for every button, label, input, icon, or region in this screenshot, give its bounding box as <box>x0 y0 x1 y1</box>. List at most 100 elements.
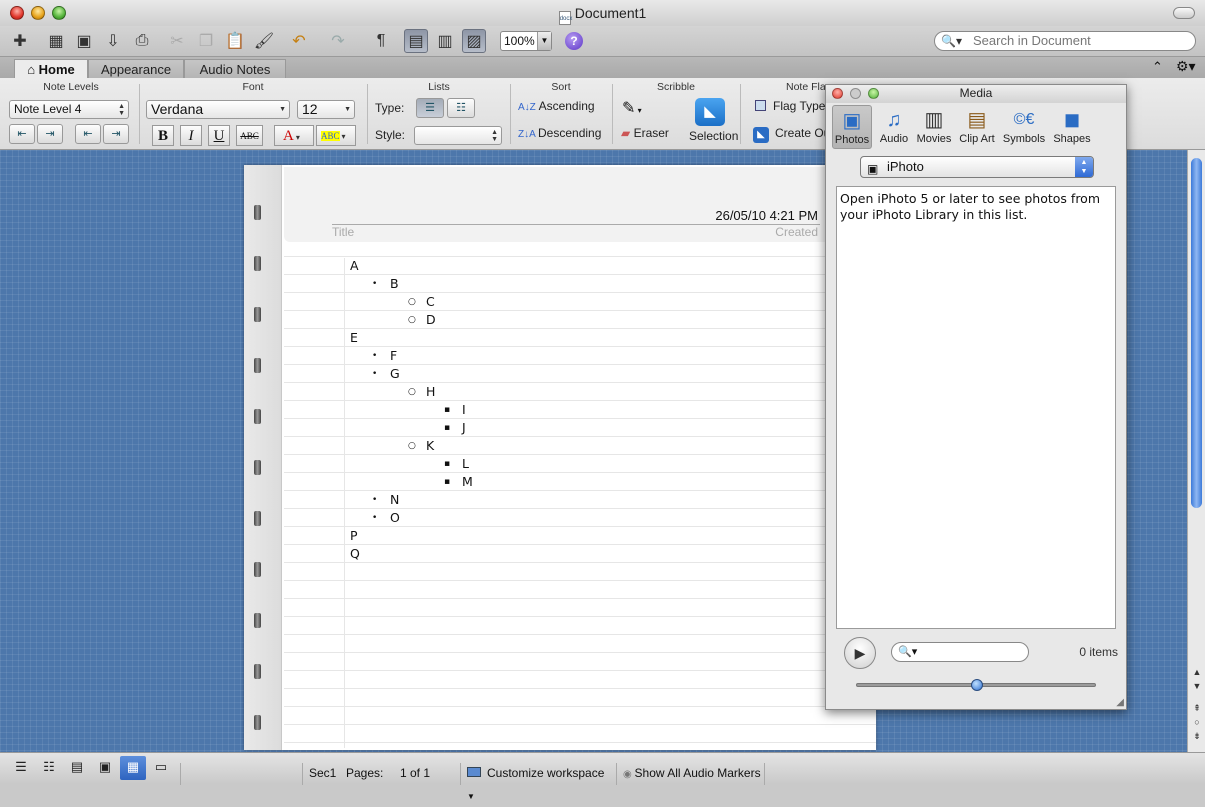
outline-item[interactable]: • F <box>372 348 397 363</box>
italic-button[interactable]: I <box>180 125 202 146</box>
paste-icon[interactable]: 📋 <box>223 29 247 53</box>
outline-item[interactable]: P <box>350 528 358 543</box>
palette-close-button[interactable] <box>832 88 843 99</box>
create-outlook-button[interactable]: ◣ Create Ou <box>753 126 830 143</box>
format-painter-icon[interactable]: 🖌 <box>252 29 276 53</box>
outline-item[interactable]: ○ D <box>408 312 436 327</box>
open-icon[interactable]: ⇩ <box>101 29 125 53</box>
scroll-thumb[interactable] <box>1191 158 1202 508</box>
toolbox-icon[interactable]: ▥ <box>433 29 457 53</box>
scroll-up-icon[interactable]: ▲ <box>1191 666 1203 678</box>
outline-item[interactable]: A <box>350 258 359 273</box>
collapse-ribbon-icon[interactable]: ⌃ <box>1152 59 1163 75</box>
bullet-list-icon[interactable]: ☰ <box>416 98 444 118</box>
outline-item[interactable]: Q <box>350 546 360 561</box>
media-tab-audio[interactable]: ♫ Audio <box>872 105 916 149</box>
outline-item[interactable]: ○ H <box>408 384 435 399</box>
sidebar-icon[interactable]: ▤ <box>404 29 428 53</box>
next-page-icon[interactable]: ⇟ <box>1191 730 1203 742</box>
bold-button[interactable]: B <box>152 125 174 146</box>
title-field[interactable]: Title <box>332 225 354 239</box>
media-tab-clip-art[interactable]: ▤ Clip Art <box>955 105 999 149</box>
gear-icon[interactable]: ⚙▾ <box>1176 58 1196 75</box>
font-size-select[interactable]: 12 ▼ <box>297 100 355 119</box>
strikethrough-button[interactable]: ABC <box>236 125 263 146</box>
slider-knob[interactable] <box>971 679 983 691</box>
demote-icon[interactable]: ⇥ <box>37 124 63 144</box>
resize-grip-icon[interactable]: ◢ <box>1116 697 1124 708</box>
promote-icon[interactable]: ⇤ <box>9 124 35 144</box>
publishing-view-icon[interactable]: ▤ <box>64 756 90 780</box>
toolbar-toggle-button[interactable] <box>1173 7 1195 19</box>
search-input[interactable]: 🔍▾ Search in Document <box>934 31 1196 51</box>
bullet-icon: ▪ <box>444 405 451 415</box>
media-tab-movies[interactable]: ▥ Movies <box>912 105 956 149</box>
scroll-down-icon[interactable]: ▼ <box>1191 680 1203 692</box>
note-level-select[interactable]: Note Level 4 ▲ ▼ <box>9 100 129 119</box>
eraser-button[interactable]: ▰ Eraser <box>621 126 669 140</box>
gallery-icon[interactable]: ▦ <box>44 29 68 53</box>
flag-type-button[interactable]: Flag Type <box>755 99 825 113</box>
thumbnail-size-slider[interactable] <box>856 679 1096 691</box>
outline-item[interactable]: ○ K <box>408 438 434 453</box>
media-search-input[interactable]: 🔍▾ <box>891 642 1029 662</box>
notebook-view-icon[interactable]: ▦ <box>120 756 146 780</box>
customize-workspace-button[interactable]: Customize workspace ▼ <box>460 763 612 801</box>
show-formatting-icon[interactable]: ¶ <box>369 29 393 53</box>
media-browser-icon[interactable]: ▨ <box>462 29 486 53</box>
sort-ascending-button[interactable]: A↓Z Ascending <box>518 99 595 113</box>
zoom-select[interactable]: 100% ▼ <box>500 31 552 51</box>
vertical-scrollbar[interactable]: ▲ ▼ ⇞ ○ ⇟ <box>1187 150 1205 752</box>
cut-icon[interactable]: ✂ <box>165 29 189 53</box>
undo-icon[interactable]: ↶ <box>287 29 311 53</box>
tab-home[interactable]: ⌂ Home <box>14 59 88 79</box>
underline-button[interactable]: U <box>208 125 230 146</box>
media-source-select[interactable]: ▣ iPhoto ▲ ▼ <box>860 156 1094 178</box>
list-style-select[interactable]: ▲ ▼ <box>414 126 502 145</box>
font-name-select[interactable]: Verdana ▼ <box>146 100 290 119</box>
show-audio-markers-button[interactable]: ◉ Show All Audio Markers <box>616 763 761 785</box>
new-document-icon[interactable]: ✚ <box>8 29 32 53</box>
outline-item-text: N <box>390 492 400 507</box>
highlight-button[interactable]: ABC ▾ <box>316 125 356 146</box>
full-screen-view-icon[interactable]: ▭ <box>148 756 174 780</box>
tab-appearance[interactable]: Appearance <box>88 59 184 79</box>
copy-icon[interactable]: ❐ <box>194 29 218 53</box>
save-icon[interactable]: ▣ <box>72 29 96 53</box>
outline-item[interactable]: ▪ I <box>444 402 466 417</box>
palette-minimize-button[interactable] <box>850 88 861 99</box>
selection-icon[interactable]: ◣ <box>695 98 725 126</box>
print-icon[interactable]: ⎙ <box>130 29 154 53</box>
browse-object-icon[interactable]: ○ <box>1191 716 1203 728</box>
outline-view-icon[interactable]: ☷ <box>36 756 62 780</box>
outline-item[interactable]: • B <box>372 276 399 291</box>
outline-item[interactable]: ▪ L <box>444 456 469 471</box>
print-layout-view-icon[interactable]: ▣ <box>92 756 118 780</box>
font-color-button[interactable]: A ▾ <box>274 125 314 146</box>
media-tab-symbols[interactable]: ©€ Symbols <box>1001 105 1047 149</box>
outline-item[interactable]: • N <box>372 492 400 507</box>
outline-item[interactable]: ▪ M <box>444 474 473 489</box>
help-icon[interactable]: ? <box>565 32 583 50</box>
created-label: Created <box>775 225 818 239</box>
notebook-page[interactable] <box>244 165 876 750</box>
outline-item[interactable]: • O <box>372 510 400 525</box>
palette-zoom-button[interactable] <box>868 88 879 99</box>
media-tab-photos[interactable]: ▣ Photos <box>832 105 872 149</box>
play-button[interactable]: ▶ <box>844 637 876 669</box>
previous-page-icon[interactable]: ⇞ <box>1191 702 1203 714</box>
draft-view-icon[interactable]: ☰ <box>8 756 34 780</box>
expand-icon[interactable]: ⇥ <box>103 124 129 144</box>
media-tab-shapes[interactable]: ◼ Shapes <box>1050 105 1094 149</box>
sort-descending-button[interactable]: Z↓A Descending <box>518 126 601 140</box>
redo-icon[interactable]: ↷ <box>326 29 350 53</box>
bullet-icon: • <box>372 369 378 379</box>
outline-item[interactable]: • G <box>372 366 400 381</box>
outline-item[interactable]: E <box>350 330 358 345</box>
tab-audio-notes[interactable]: Audio Notes <box>184 59 286 79</box>
pen-icon[interactable]: ✎ ▾ <box>622 98 642 118</box>
collapse-icon[interactable]: ⇤ <box>75 124 101 144</box>
numbered-list-icon[interactable]: ☷ <box>447 98 475 118</box>
outline-item[interactable]: ○ C <box>408 294 435 309</box>
outline-item[interactable]: ▪ J <box>444 420 466 435</box>
